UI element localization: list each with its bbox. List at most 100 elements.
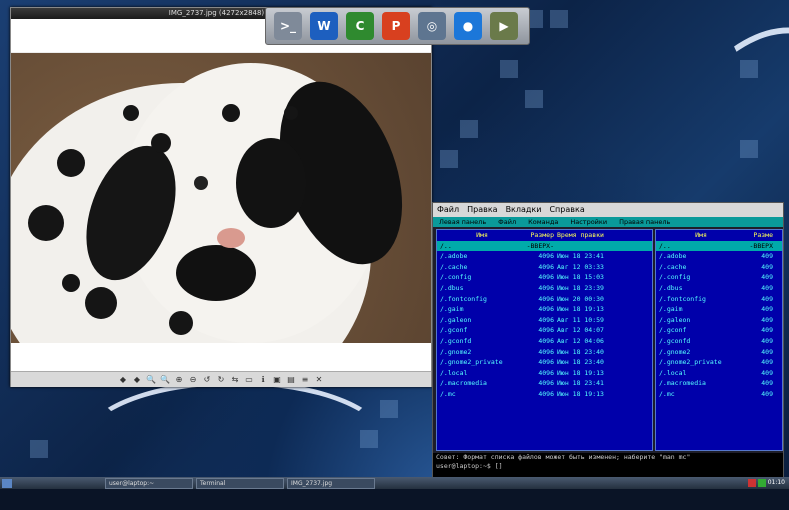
file-name: /.mc	[440, 389, 456, 398]
file-name: /.fontconfig	[440, 294, 487, 303]
save-icon[interactable]: ▣	[271, 374, 283, 385]
right-panel-header: Имя Разме	[656, 230, 782, 241]
browser-icon[interactable]: ●	[454, 12, 482, 40]
rotate-left-icon[interactable]: ↺	[201, 374, 213, 385]
task-terminal-2[interactable]: Terminal	[196, 477, 284, 489]
command-prompt[interactable]: user@laptop:~$ []	[436, 462, 783, 471]
close-icon[interactable]: ✕	[313, 374, 325, 385]
file-row[interactable]: /.adobe 409	[656, 251, 782, 262]
task-terminal-1[interactable]: user@laptop:~	[105, 477, 193, 489]
file-size: 4096	[538, 358, 554, 367]
file-row[interactable]: /.cache 4096 Авг 12 03:33	[437, 262, 652, 273]
file-size: 409	[761, 389, 773, 398]
file-row[interactable]: /.gconfd 409	[656, 336, 782, 347]
file-row[interactable]: /.dbus 409	[656, 283, 782, 294]
menu-edit[interactable]: Правка	[467, 203, 497, 217]
right-file-panel[interactable]: Имя Разме /.. -ВВЕРХ/.adobe 409/.cache 409/…	[655, 229, 783, 451]
file-time: Июн 20 00:30	[557, 294, 604, 303]
file-name: /.gconfd	[440, 336, 472, 345]
file-row[interactable]: /.gnome2 409	[656, 347, 782, 358]
fullscreen-icon[interactable]: ▭	[243, 374, 255, 385]
file-size: 409	[761, 252, 773, 261]
file-time: Июн 18 23:40	[557, 358, 604, 367]
network-icon[interactable]	[757, 479, 766, 487]
file-size: 409	[761, 347, 773, 356]
bar-left-panel[interactable]: Левая панель	[433, 217, 492, 227]
print-icon[interactable]: ▤	[285, 374, 297, 385]
file-row[interactable]: /.. -ВВЕРХ	[656, 240, 782, 252]
calc-icon[interactable]: C	[346, 12, 374, 40]
file-row[interactable]: /.gconfd 4096 Авг 12 04:06	[437, 336, 652, 347]
mc-menu-bar: Файл Правка Вкладки Справка	[433, 203, 783, 217]
impress-icon[interactable]: P	[382, 12, 410, 40]
file-row[interactable]: /.gconf 4096 Авг 12 04:07	[437, 325, 652, 336]
menu-help[interactable]: Справка	[549, 203, 584, 217]
file-row[interactable]: /.mc 409	[656, 389, 782, 400]
file-size: 409	[761, 336, 773, 345]
system-tray: 01:10	[747, 479, 789, 487]
file-row[interactable]: /.. -ВВЕРХ-	[437, 240, 652, 252]
bar-command[interactable]: Команда	[522, 217, 564, 227]
file-row[interactable]: /.gnome2_private 409	[656, 357, 782, 368]
file-row[interactable]: /.gaim 4096 Июн 18 19:13	[437, 304, 652, 315]
file-row[interactable]: /.macromedia 409	[656, 378, 782, 389]
next-icon[interactable]: ◆	[131, 374, 143, 385]
file-row[interactable]: /.gnome2_private 4096 Июн 18 23:40	[437, 357, 652, 368]
bar-right-panel[interactable]: Правая панель	[613, 217, 676, 227]
file-size: 4096	[538, 305, 554, 314]
video-icon[interactable]: ▶	[490, 12, 518, 40]
file-name: /.gconf	[440, 326, 468, 335]
properties-icon[interactable]: ≡	[299, 374, 311, 385]
file-row[interactable]: /.fontconfig 409	[656, 294, 782, 305]
file-row[interactable]: /.gaim 409	[656, 304, 782, 315]
file-size: 409	[761, 379, 773, 388]
file-time: Июн 18 23:39	[557, 283, 604, 292]
rotate-right-icon[interactable]: ↻	[215, 374, 227, 385]
info-icon[interactable]: ℹ	[257, 374, 269, 385]
file-row[interactable]: /.config 409	[656, 272, 782, 283]
file-time: Авг 11 10:59	[557, 315, 604, 324]
file-row[interactable]: /.local 409	[656, 368, 782, 379]
file-row[interactable]: /.fontconfig 4096 Июн 20 00:30	[437, 294, 652, 305]
file-name: /..	[659, 241, 671, 250]
task-image-viewer[interactable]: IMG_2737.jpg	[287, 477, 375, 489]
bar-settings[interactable]: Настройки	[564, 217, 613, 227]
file-row[interactable]: /.dbus 4096 Июн 18 23:39	[437, 283, 652, 294]
file-size: 409	[761, 273, 773, 282]
file-row[interactable]: /.mc 4096 Июн 18 19:13	[437, 389, 652, 400]
file-row[interactable]: /.config 4096 Июн 18 15:03	[437, 272, 652, 283]
flip-icon[interactable]: ⇆	[229, 374, 241, 385]
hint-line: Совет: Формат списка файлов может быть и…	[436, 453, 691, 461]
bar-file[interactable]: Файл	[492, 217, 522, 227]
zoom-out-icon[interactable]: 🔍	[159, 374, 171, 385]
writer-icon[interactable]: W	[310, 12, 338, 40]
file-row[interactable]: /.gconf 409	[656, 325, 782, 336]
menu-file[interactable]: Файл	[437, 203, 459, 217]
file-name: /.galeon	[659, 315, 691, 324]
file-size: 4096	[538, 252, 554, 261]
prev-icon[interactable]: ◆	[117, 374, 129, 385]
screenshot-icon[interactable]: ◎	[418, 12, 446, 40]
menu-tabs[interactable]: Вкладки	[506, 203, 542, 217]
file-time	[557, 241, 617, 252]
file-row[interactable]: /.local 4096 Июн 18 19:13	[437, 368, 652, 379]
file-name: /.galeon	[440, 315, 472, 324]
zoom-in-icon[interactable]: 🔍	[145, 374, 157, 385]
viewer-bottom-area	[11, 343, 431, 371]
file-row[interactable]: /.cache 409	[656, 262, 782, 273]
midnight-commander-window[interactable]: Файл Правка Вкладки Справка Левая панель…	[432, 202, 784, 481]
zoom-100-icon[interactable]: ⊖	[187, 374, 199, 385]
image-viewer-window[interactable]: IMG_2737.jpg (4272x2848) 1: ◆ ◆ 🔍 🔍 ⊕ ⊖ ↺ ↻ ⇆ ▭ ℹ ▣…	[10, 7, 432, 387]
file-row[interactable]: /.macromedia 4096 Июн 18 23:41	[437, 378, 652, 389]
file-row[interactable]: /.gnome2 4096 Июн 18 23:40	[437, 347, 652, 358]
start-menu-icon[interactable]	[2, 478, 12, 488]
terminal-icon[interactable]: >_	[274, 12, 302, 40]
file-row[interactable]: /.galeon 4096 Авг 11 10:59	[437, 315, 652, 326]
file-row[interactable]: /.galeon 409	[656, 315, 782, 326]
file-name: /.cache	[659, 262, 687, 271]
file-name: /.fontconfig	[659, 294, 706, 303]
file-row[interactable]: /.adobe 4096 Июн 18 23:41	[437, 251, 652, 262]
zoom-fit-icon[interactable]: ⊕	[173, 374, 185, 385]
left-file-panel[interactable]: Имя Размер Время правки /.. -ВВЕРХ-/.adob…	[436, 229, 653, 451]
file-size: 4096	[538, 283, 554, 292]
